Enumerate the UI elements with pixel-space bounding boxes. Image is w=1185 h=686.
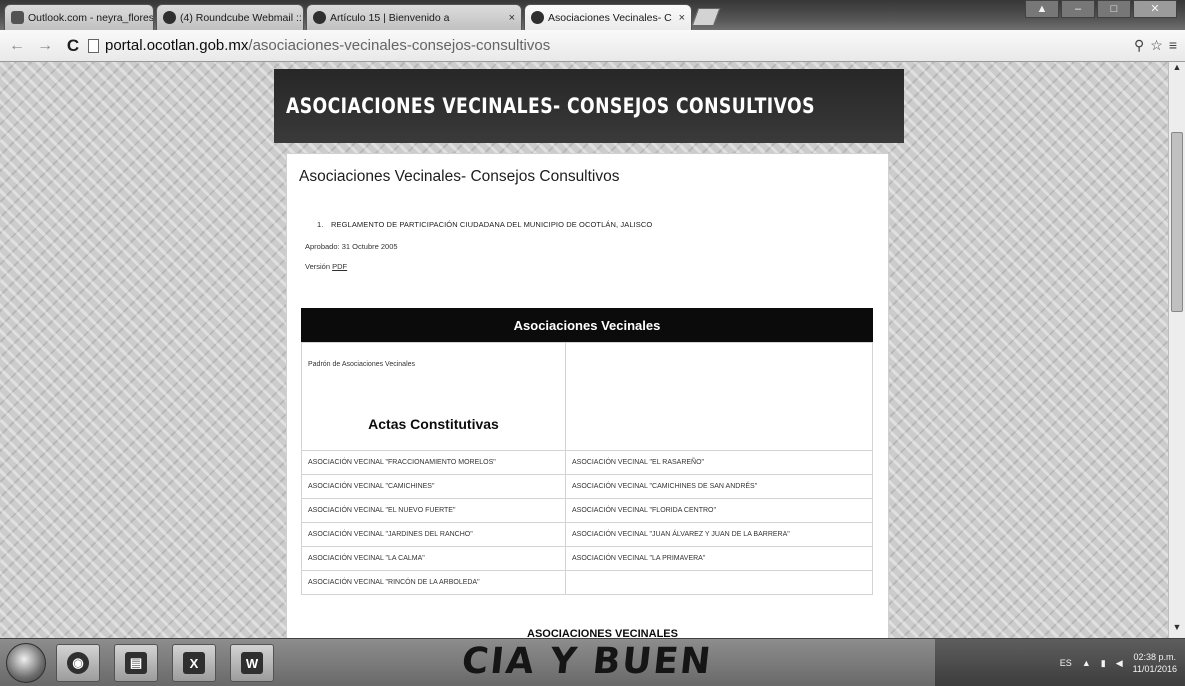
globe-icon <box>313 11 326 24</box>
bookmark-star-icon[interactable]: ☆ <box>1150 37 1163 54</box>
tab-label: Asociaciones Vecinales- C <box>548 11 672 24</box>
empty-cell <box>565 342 873 451</box>
clock-date: 11/01/2016 <box>1132 664 1177 674</box>
tab-label: Artículo 15 | Bienvenido a <box>330 11 450 24</box>
maximize-button[interactable]: □ <box>1097 0 1131 18</box>
table-row: ASOCIACIÓN VECINAL "JARDINES DEL RANCHO"… <box>301 522 873 547</box>
roundcube-icon <box>163 11 176 24</box>
word-icon: W <box>241 652 263 674</box>
taskbar-word[interactable]: W <box>230 644 274 682</box>
reglamento-text: REGLAMENTO DE PARTICIPACIÓN CIUDADANA DE… <box>331 220 653 229</box>
asociacion-link[interactable]: ASOCIACIÓN VECINAL "LA CALMA" <box>301 546 566 571</box>
tab-articulo[interactable]: Artículo 15 | Bienvenido a × <box>306 4 522 30</box>
page-viewport: ASOCIACIONES VECINALES- CONSEJOS CONSULT… <box>0 62 1168 638</box>
tab-roundcube[interactable]: (4) Roundcube Webmail :: × <box>156 4 304 30</box>
vertical-scrollbar[interactable]: ▲ ▼ <box>1168 62 1185 638</box>
table-row: ASOCIACIÓN VECINAL "FRACCIONAMIENTO MORE… <box>301 450 873 475</box>
start-button[interactable] <box>6 643 46 683</box>
taskbar: ◉ ▤ X W CIA Y BUEN ES ▲ ▮ ◀ 02:38 p.m. 1… <box>0 638 1185 686</box>
outlook-icon <box>11 11 24 24</box>
version-line: Versión PDF <box>305 262 347 271</box>
table-row: ASOCIACIÓN VECINAL "CAMICHINES" ASOCIACI… <box>301 474 873 499</box>
empty-cell <box>565 570 873 595</box>
taskbar-explorer[interactable]: ▤ <box>114 644 158 682</box>
back-icon[interactable]: ← <box>6 35 28 57</box>
tab-outlook[interactable]: Outlook.com - neyra_flores94 <box>4 4 154 30</box>
wallpaper-text: CIA Y BUEN <box>459 641 715 682</box>
padron-link[interactable]: Padrón de Asociaciones Vecinales <box>308 361 415 368</box>
volume-icon[interactable]: ◀ <box>1116 658 1123 669</box>
asociaciones-vecinales-link[interactable]: ASOCIACIONES VECINALES <box>527 628 678 638</box>
asociacion-link[interactable]: ASOCIACIÓN VECINAL "FLORIDA CENTRO" <box>565 498 873 523</box>
browser-tab-strip: Outlook.com - neyra_flores94 (4) Roundcu… <box>0 0 1185 30</box>
tray-arrow-icon[interactable]: ▲ <box>1082 658 1091 668</box>
globe-icon <box>531 11 544 24</box>
chrome-icon: ◉ <box>67 652 89 674</box>
table-row: ASOCIACIÓN VECINAL "LA CALMA" ASOCIACIÓN… <box>301 546 873 571</box>
taskbar-chrome[interactable]: ◉ <box>56 644 100 682</box>
asociacion-link[interactable]: ASOCIACIÓN VECINAL "CAMICHINES" <box>301 474 566 499</box>
scroll-up-icon[interactable]: ▲ <box>1169 62 1185 78</box>
clock[interactable]: 02:38 p.m. 11/01/2016 <box>1133 651 1177 675</box>
browser-toolbar: ← → C portal.ocotlan.gob.mx /asociacione… <box>0 30 1185 62</box>
asociacion-link[interactable]: ASOCIACIÓN VECINAL "EL NUEVO FUERTE" <box>301 498 566 523</box>
aprobado-text: Aprobado: 31 Octubre 2005 <box>305 242 398 251</box>
url-path: /asociaciones-vecinales-consejos-consult… <box>248 37 551 54</box>
window-controls: ▲ – □ ✕ <box>1025 0 1177 18</box>
asociacion-link[interactable]: ASOCIACIÓN VECINAL "LA PRIMAVERA" <box>565 546 873 571</box>
reglamento-item[interactable]: 1. REGLAMENTO DE PARTICIPACIÓN CIUDADANA … <box>317 220 652 229</box>
padron-cell: Padrón de Asociaciones Vecinales Actas C… <box>301 342 566 451</box>
user-icon[interactable]: ▲ <box>1025 0 1059 18</box>
tab-label: (4) Roundcube Webmail :: <box>180 11 302 24</box>
language-indicator[interactable]: ES <box>1060 658 1072 668</box>
asociacion-link[interactable]: ASOCIACIÓN VECINAL "JARDINES DEL RANCHO" <box>301 522 566 547</box>
taskbar-excel[interactable]: X <box>172 644 216 682</box>
new-tab-button[interactable] <box>691 8 721 26</box>
network-icon[interactable]: ▮ <box>1101 658 1106 669</box>
page-banner: ASOCIACIONES VECINALES- CONSEJOS CONSULT… <box>274 69 904 143</box>
asociacion-link[interactable]: ASOCIACIÓN VECINAL "RINCÓN DE LA ARBOLED… <box>301 570 566 595</box>
content-panel: Asociaciones Vecinales- Consejos Consult… <box>286 153 889 638</box>
toolbar-tools: ⚲ ☆ ≡ <box>1134 37 1177 54</box>
tab-label: Outlook.com - neyra_flores94 <box>28 11 154 24</box>
reload-icon[interactable]: C <box>62 35 84 57</box>
actas-title: Actas Constitutivas <box>368 416 499 432</box>
page-column: ASOCIACIONES VECINALES- CONSEJOS CONSULT… <box>274 69 904 638</box>
asociacion-link[interactable]: ASOCIACIÓN VECINAL "FRACCIONAMIENTO MORE… <box>301 450 566 475</box>
folder-icon: ▤ <box>125 652 147 674</box>
zoom-icon[interactable]: ⚲ <box>1134 37 1144 54</box>
table-row: ASOCIACIÓN VECINAL "RINCÓN DE LA ARBOLED… <box>301 570 873 595</box>
version-label: Versión <box>305 262 331 271</box>
page-icon <box>88 38 99 53</box>
pdf-link[interactable]: PDF <box>332 262 347 271</box>
asociacion-link[interactable]: ASOCIACIÓN VECINAL "JUAN ÁLVAREZ Y JUAN … <box>565 522 873 547</box>
section-header: Asociaciones Vecinales <box>301 308 873 342</box>
minimize-button[interactable]: – <box>1061 0 1095 18</box>
clock-time: 02:38 p.m. <box>1133 652 1177 662</box>
menu-icon[interactable]: ≡ <box>1169 37 1177 54</box>
content-title: Asociaciones Vecinales- Consejos Consult… <box>299 168 620 185</box>
table-row: ASOCIACIÓN VECINAL "EL NUEVO FUERTE" ASO… <box>301 498 873 523</box>
excel-icon: X <box>183 652 205 674</box>
forward-icon[interactable]: → <box>34 35 56 57</box>
close-icon[interactable]: × <box>679 12 685 24</box>
scroll-thumb[interactable] <box>1171 132 1183 312</box>
tab-asociaciones[interactable]: Asociaciones Vecinales- C × <box>524 4 692 30</box>
asociaciones-table: Padrón de Asociaciones Vecinales Actas C… <box>301 342 873 595</box>
address-bar[interactable]: portal.ocotlan.gob.mx /asociaciones-veci… <box>88 34 1134 58</box>
list-number: 1. <box>317 220 324 229</box>
close-icon[interactable]: × <box>509 12 515 24</box>
url-domain: portal.ocotlan.gob.mx <box>105 37 249 54</box>
page-title: ASOCIACIONES VECINALES- CONSEJOS CONSULT… <box>286 94 815 118</box>
asociacion-link[interactable]: ASOCIACIÓN VECINAL "CAMICHINES DE SAN AN… <box>565 474 873 499</box>
system-tray: ES ▲ ▮ ◀ 02:38 p.m. 11/01/2016 <box>935 639 1185 686</box>
close-window-button[interactable]: ✕ <box>1133 0 1177 18</box>
scroll-down-icon[interactable]: ▼ <box>1169 622 1185 638</box>
asociacion-link[interactable]: ASOCIACIÓN VECINAL "EL RASAREÑO" <box>565 450 873 475</box>
